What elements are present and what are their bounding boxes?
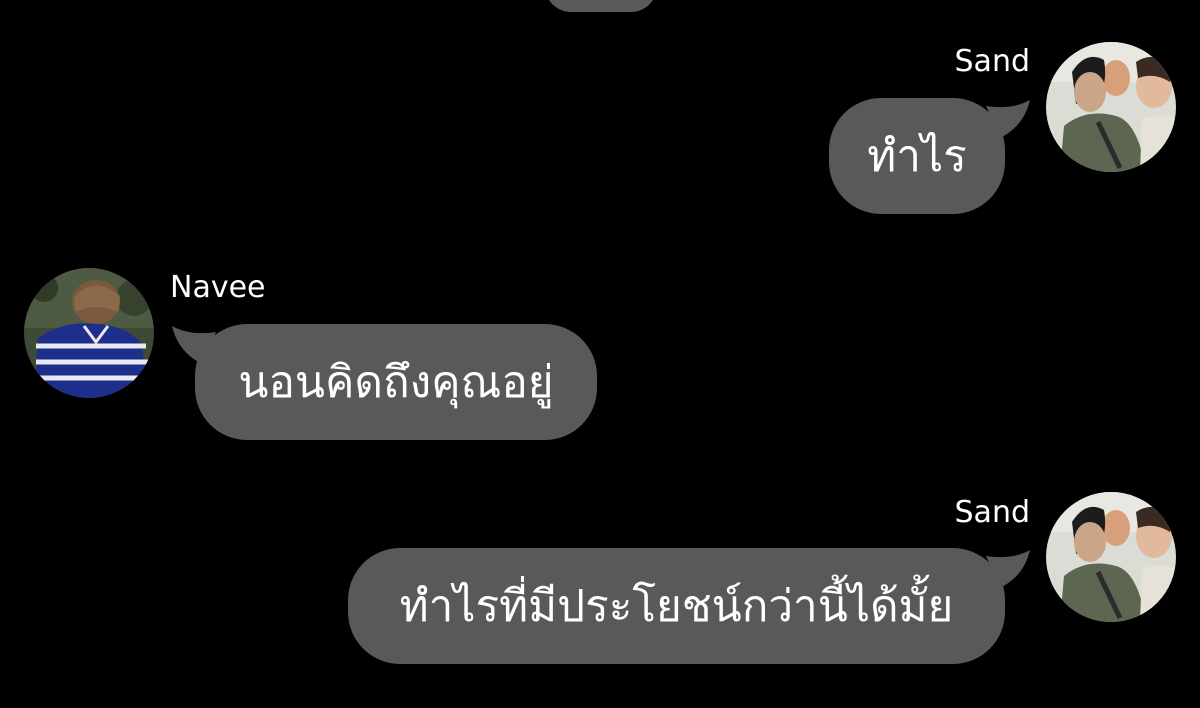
bubble-tail (986, 100, 1030, 138)
sand-avatar-image (1046, 42, 1176, 172)
previous-message-bubble[interactable] (545, 0, 657, 12)
message-bubble[interactable]: ทำไรที่มีประโยชน์กว่านี้ได้มั้ย (348, 548, 1005, 664)
sender-name: Sand (954, 44, 1030, 79)
bubble-tail (986, 550, 1030, 588)
navee-avatar-image (24, 268, 154, 398)
sand-avatar[interactable] (1046, 42, 1176, 172)
navee-avatar[interactable] (24, 268, 154, 398)
message-bubble[interactable]: ทำไร (829, 98, 1005, 214)
message-text: ทำไรที่มีประโยชน์กว่านี้ได้มั้ย (399, 581, 954, 632)
chat-thread: Sand ทำไร Navee นอนคิดถึงคุณอยู่ Sand ทำ… (0, 0, 1200, 708)
sand-avatar-image (1046, 492, 1176, 622)
sender-name: Sand (954, 495, 1030, 530)
message-bubble[interactable]: นอนคิดถึงคุณอยู่ (195, 324, 597, 440)
sender-name: Navee (170, 270, 266, 305)
sand-avatar[interactable] (1046, 492, 1176, 622)
message-text: นอนคิดถึงคุณอยู่ (238, 357, 554, 408)
message-text: ทำไร (867, 131, 967, 182)
